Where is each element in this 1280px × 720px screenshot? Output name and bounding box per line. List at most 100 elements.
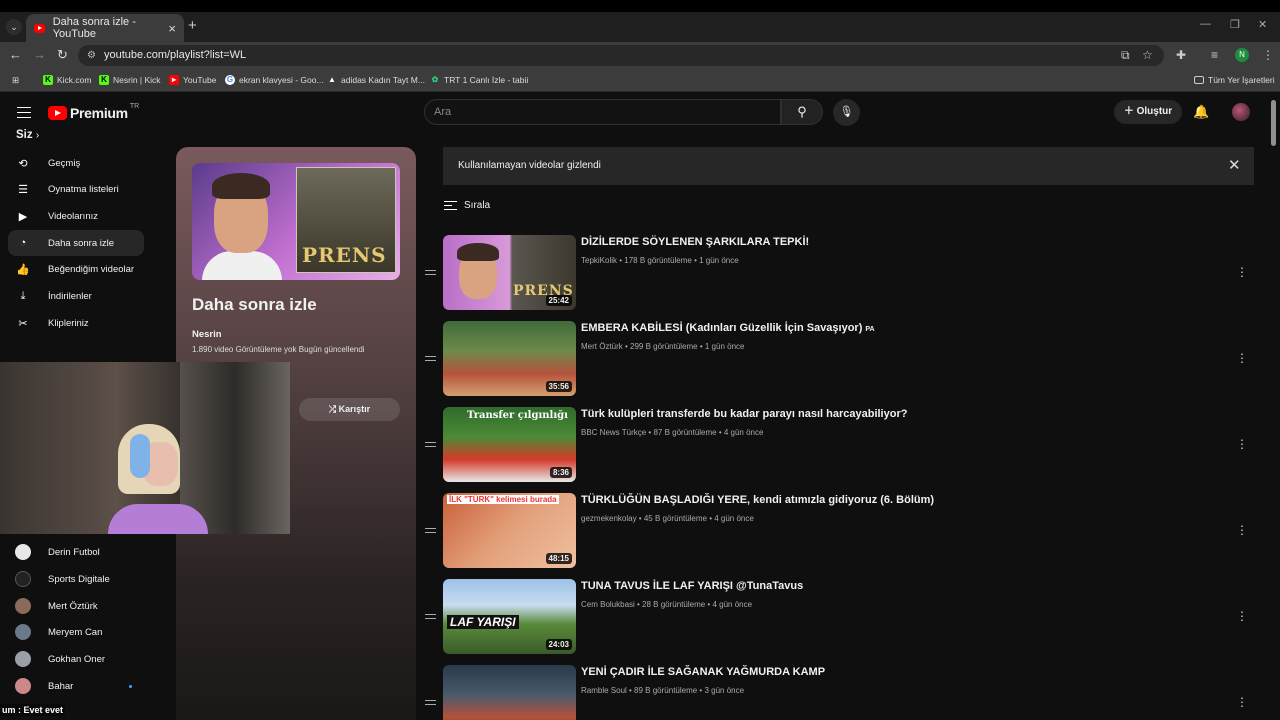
- forward-icon[interactable]: →: [33, 47, 46, 62]
- extensions-icon[interactable]: ✚: [1176, 48, 1186, 62]
- video-title[interactable]: YENİ ÇADIR İLE SAĞANAK YAĞMURDA KAMP: [581, 666, 825, 678]
- install-app-icon[interactable]: ⧉: [1121, 48, 1130, 63]
- you-section-header[interactable]: Siz ›: [16, 129, 39, 141]
- avatar: [15, 571, 31, 587]
- scrollbar[interactable]: [1271, 100, 1276, 146]
- sidebar-item-watch-later[interactable]: ◔ Daha sonra izle: [8, 230, 144, 256]
- sidebar-item-clips[interactable]: ✂ Klipleriniz: [8, 310, 144, 336]
- chevron-right-icon: ›: [35, 130, 40, 141]
- list-item[interactable]: YENİ ÇADIR İLE SAĞANAK YAĞMURDA KAMP Ram…: [420, 665, 1260, 720]
- sidebar-item-liked[interactable]: 👍 Beğendiğim videolar: [8, 256, 144, 282]
- search-icon: ⚲: [797, 104, 807, 119]
- more-actions-icon[interactable]: ⋮: [1236, 523, 1248, 537]
- avatar: [15, 651, 31, 667]
- subscription-meryem-can[interactable]: Meryem Can: [8, 619, 144, 645]
- address-bar[interactable]: ⚙ youtube.com/playlist?list=WL: [78, 45, 1164, 66]
- video-meta: gezmekenkolay • 45 B görüntüleme • 4 gün…: [581, 514, 754, 523]
- url-text: youtube.com/playlist?list=WL: [104, 49, 247, 61]
- avatar: [15, 544, 31, 560]
- drag-handle-icon[interactable]: [425, 528, 436, 533]
- youtube-icon: ▸: [169, 75, 179, 85]
- more-actions-icon[interactable]: ⋮: [1236, 265, 1248, 279]
- bookmark-adidas[interactable]: ▲ adidas Kadın Tayt M...: [327, 75, 425, 85]
- tab-search-button[interactable]: ⌄: [6, 19, 22, 35]
- bookmark-trt1[interactable]: ✿ TRT 1 Canlı İzle - tabii: [430, 75, 529, 85]
- list-item[interactable]: LAF YARIŞI 24:03 TUNA TAVUS İLE LAF YARI…: [420, 579, 1260, 659]
- drag-handle-icon[interactable]: [425, 700, 436, 705]
- drag-handle-icon[interactable]: [425, 356, 436, 361]
- playlist-owner[interactable]: Nesrin: [192, 329, 222, 340]
- bookmark-youtube[interactable]: ▸ YouTube: [169, 75, 216, 85]
- bookmark-star-icon[interactable]: ☆: [1142, 48, 1153, 62]
- list-item[interactable]: Transfer çılgınlığı 8:36 Türk kulüpleri …: [420, 407, 1260, 487]
- youtube-premium-logo[interactable]: Premium TR: [48, 103, 139, 121]
- adidas-icon: ▲: [328, 75, 336, 84]
- more-actions-icon[interactable]: ⋮: [1236, 351, 1248, 365]
- video-title[interactable]: TUNA TAVUS İLE LAF YARIŞI @TunaTavus: [581, 580, 803, 592]
- maximize-icon[interactable]: ❐: [1230, 18, 1240, 31]
- video-thumbnail[interactable]: 35:56: [443, 321, 576, 396]
- create-button[interactable]: ＋ Oluştur: [1114, 100, 1182, 124]
- list-item[interactable]: 35:56 EMBERA KABİLESİ (Kadınları Güzelli…: [420, 321, 1260, 401]
- new-tab-button[interactable]: +: [188, 17, 197, 34]
- more-actions-icon[interactable]: ⋮: [1236, 695, 1248, 709]
- hidden-videos-banner: Kullanılamayan videolar gizlendi: [443, 147, 1254, 185]
- video-title[interactable]: DİZİLERDE SÖYLENEN ŞARKILARA TEPKİ!: [581, 236, 809, 248]
- minimize-icon[interactable]: —: [1200, 18, 1211, 30]
- youtube-favicon-icon: [34, 23, 45, 33]
- video-thumbnail[interactable]: İLK "TÜRK" kelimesi burada 48:15: [443, 493, 576, 568]
- media-control-icon[interactable]: ≡: [1211, 48, 1218, 62]
- window-close-icon[interactable]: ✕: [1258, 18, 1267, 31]
- drag-handle-icon[interactable]: [425, 270, 436, 275]
- subscription-sports-digitale[interactable]: Sports Digitale: [8, 566, 144, 592]
- sidebar-item-history[interactable]: ⟲ Geçmiş: [8, 150, 144, 176]
- back-icon[interactable]: ←: [9, 47, 22, 62]
- drag-handle-icon[interactable]: [425, 614, 436, 619]
- video-thumbnail[interactable]: [443, 665, 576, 720]
- video-thumbnail[interactable]: PRENS 25:42: [443, 235, 576, 310]
- subscription-bahar[interactable]: Bahar: [8, 673, 144, 699]
- playlist-thumbnail[interactable]: PRENS: [192, 163, 400, 280]
- reload-icon[interactable]: ↻: [57, 47, 68, 63]
- list-item[interactable]: İLK "TÜRK" kelimesi burada 48:15 TÜRKLÜĞ…: [420, 493, 1260, 573]
- voice-search-button[interactable]: 🎙: [833, 99, 860, 126]
- all-bookmarks[interactable]: Tüm Yer İşaretleri: [1194, 75, 1275, 85]
- search-input[interactable]: Ara: [424, 99, 781, 125]
- sidebar-item-downloads[interactable]: ⤓ İndirilenler: [8, 283, 144, 309]
- drag-handle-icon[interactable]: [425, 442, 436, 447]
- shuffle-button[interactable]: ⤮ Karıştır: [299, 398, 400, 421]
- video-thumbnail[interactable]: LAF YARIŞI 24:03: [443, 579, 576, 654]
- notifications-bell-icon[interactable]: 🔔: [1193, 104, 1209, 120]
- tab-close-icon[interactable]: ×: [168, 21, 176, 36]
- sidebar-item-playlists[interactable]: ☰ Oynatma listeleri: [8, 176, 144, 202]
- bookmark-ekran-klavyesi[interactable]: Gekran klavyesi - Goo...: [225, 75, 324, 85]
- more-actions-icon[interactable]: ⋮: [1236, 609, 1248, 623]
- more-actions-icon[interactable]: ⋮: [1236, 437, 1248, 451]
- video-title[interactable]: EMBERA KABİLESİ (Kadınları Güzellik İçin…: [581, 322, 875, 334]
- profile-avatar[interactable]: N: [1235, 48, 1249, 62]
- sidebar-item-your-videos[interactable]: ▶ Videolarınız: [8, 203, 144, 229]
- subscription-mert-ozturk[interactable]: Mert Öztürk: [8, 593, 144, 619]
- search-button[interactable]: ⚲: [781, 99, 823, 125]
- site-info-icon[interactable]: ⚙: [87, 45, 96, 66]
- thumbnail-text: Transfer çılgınlığı: [467, 410, 568, 421]
- video-thumbnail[interactable]: Transfer çılgınlığı 8:36: [443, 407, 576, 482]
- watch-later-icon: ◔: [19, 237, 27, 249]
- apps-grid-icon[interactable]: ⊞: [12, 75, 19, 86]
- subscription-gokhan-oner[interactable]: Gokhan Oner: [8, 646, 144, 672]
- hamburger-menu-icon[interactable]: [17, 107, 31, 118]
- avatar: [15, 598, 31, 614]
- tab-watch-later[interactable]: Daha sonra izle - YouTube ×: [26, 14, 184, 42]
- list-item[interactable]: PRENS 25:42 DİZİLERDE SÖYLENEN ŞARKILARA…: [420, 235, 1260, 315]
- sort-button[interactable]: Sırala: [444, 200, 490, 211]
- browser-menu-icon[interactable]: ⋮: [1262, 48, 1274, 62]
- subscription-derin-futbol[interactable]: Derin Futbol: [8, 539, 144, 565]
- download-icon: ⤓: [20, 289, 26, 302]
- close-icon[interactable]: ✕: [1228, 156, 1241, 174]
- video-title[interactable]: TÜRKLÜĞÜN BAŞLADIĞI YERE, kendi atımızla…: [581, 494, 934, 506]
- account-avatar[interactable]: [1232, 103, 1250, 121]
- video-meta: BBC News Türkçe • 87 B görüntüleme • 4 g…: [581, 428, 764, 437]
- bookmark-nesrin-kick[interactable]: K Nesrin | Kick: [99, 75, 161, 85]
- video-title[interactable]: Türk kulüpleri transferde bu kadar paray…: [581, 408, 907, 420]
- bookmark-kick[interactable]: K Kick.com: [43, 75, 91, 85]
